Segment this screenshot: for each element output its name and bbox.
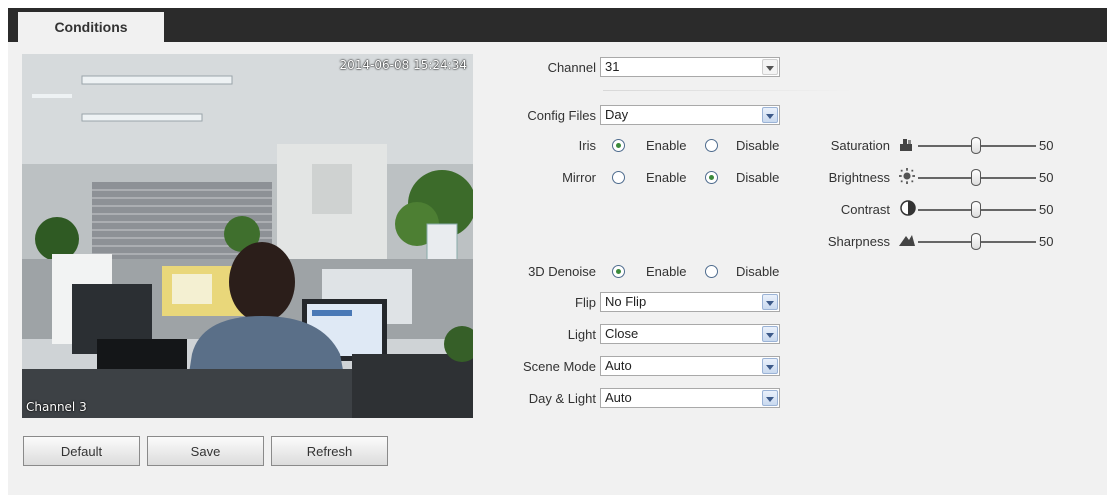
sharpness-value: 50 <box>1039 234 1054 249</box>
denoise-label: 3D Denoise <box>528 264 596 279</box>
mirror-disable-label: Disable <box>736 170 780 185</box>
sharpness-slider-thumb[interactable] <box>971 233 981 250</box>
tab-conditions[interactable]: Conditions <box>18 12 164 42</box>
conditions-panel: Conditions 2014-06-08 15:24:34 Channel 3… <box>8 8 1107 495</box>
video-channel-label: Channel 3 <box>26 400 87 414</box>
camera-image <box>22 54 473 418</box>
day-light-value: Auto <box>605 390 632 405</box>
iris-enable-radio[interactable] <box>612 139 625 152</box>
iris-enable-label: Enable <box>646 138 687 153</box>
tab-bar: Conditions <box>8 8 1107 42</box>
denoise-enable-radio[interactable] <box>612 265 625 278</box>
mirror-enable-label: Enable <box>646 170 687 185</box>
brightness-icon <box>899 168 915 184</box>
channel-value: 31 <box>605 59 620 74</box>
scene-mode-select[interactable]: Auto <box>600 356 780 376</box>
day-light-label: Day & Light <box>528 391 596 406</box>
contrast-slider-thumb[interactable] <box>971 201 981 218</box>
sharpness-label: Sharpness <box>827 234 890 249</box>
channel-select[interactable]: 31 <box>600 57 780 77</box>
default-button[interactable]: Default <box>23 436 140 466</box>
video-preview: 2014-06-08 15:24:34 Channel 3 <box>22 54 473 418</box>
scene-mode-value: Auto <box>605 358 632 373</box>
light-label: Light <box>567 327 596 342</box>
denoise-disable-radio[interactable] <box>705 265 718 278</box>
chevron-down-icon <box>762 294 778 310</box>
sharpness-icon <box>899 235 915 246</box>
denoise-enable-label: Enable <box>646 264 687 279</box>
flip-value: No Flip <box>605 294 647 309</box>
light-select[interactable]: Close <box>600 324 780 344</box>
light-value: Close <box>605 326 639 341</box>
iris-disable-radio[interactable] <box>705 139 718 152</box>
chevron-down-icon <box>762 358 778 374</box>
brightness-label: Brightness <box>828 170 890 185</box>
iris-label: Iris <box>578 138 596 153</box>
config-files-label: Config Files <box>527 108 596 123</box>
flip-select[interactable]: No Flip <box>600 292 780 312</box>
contrast-icon <box>900 200 916 216</box>
chevron-down-icon <box>762 326 778 342</box>
mirror-disable-radio[interactable] <box>705 171 718 184</box>
iris-disable-label: Disable <box>736 138 780 153</box>
refresh-button[interactable]: Refresh <box>271 436 388 466</box>
day-light-select[interactable]: Auto <box>600 388 780 408</box>
saturation-label: Saturation <box>830 138 890 153</box>
video-timestamp: 2014-06-08 15:24:34 <box>339 58 467 72</box>
channel-label: Channel <box>547 60 596 75</box>
mirror-label: Mirror <box>562 170 596 185</box>
save-button[interactable]: Save <box>147 436 264 466</box>
brightness-value: 50 <box>1039 170 1054 185</box>
mirror-enable-radio[interactable] <box>612 171 625 184</box>
chevron-down-icon <box>762 107 778 123</box>
chevron-down-icon <box>762 59 778 75</box>
saturation-value: 50 <box>1039 138 1054 153</box>
contrast-value: 50 <box>1039 202 1054 217</box>
divider <box>603 90 853 91</box>
chevron-down-icon <box>762 390 778 406</box>
brightness-slider-thumb[interactable] <box>971 169 981 186</box>
config-files-select[interactable]: Day <box>600 105 780 125</box>
denoise-disable-label: Disable <box>736 264 780 279</box>
scene-mode-label: Scene Mode <box>523 359 596 374</box>
flip-label: Flip <box>575 295 596 310</box>
config-files-value: Day <box>605 107 629 122</box>
contrast-label: Contrast <box>840 202 890 217</box>
saturation-icon <box>900 139 912 151</box>
saturation-slider-thumb[interactable] <box>971 137 981 154</box>
